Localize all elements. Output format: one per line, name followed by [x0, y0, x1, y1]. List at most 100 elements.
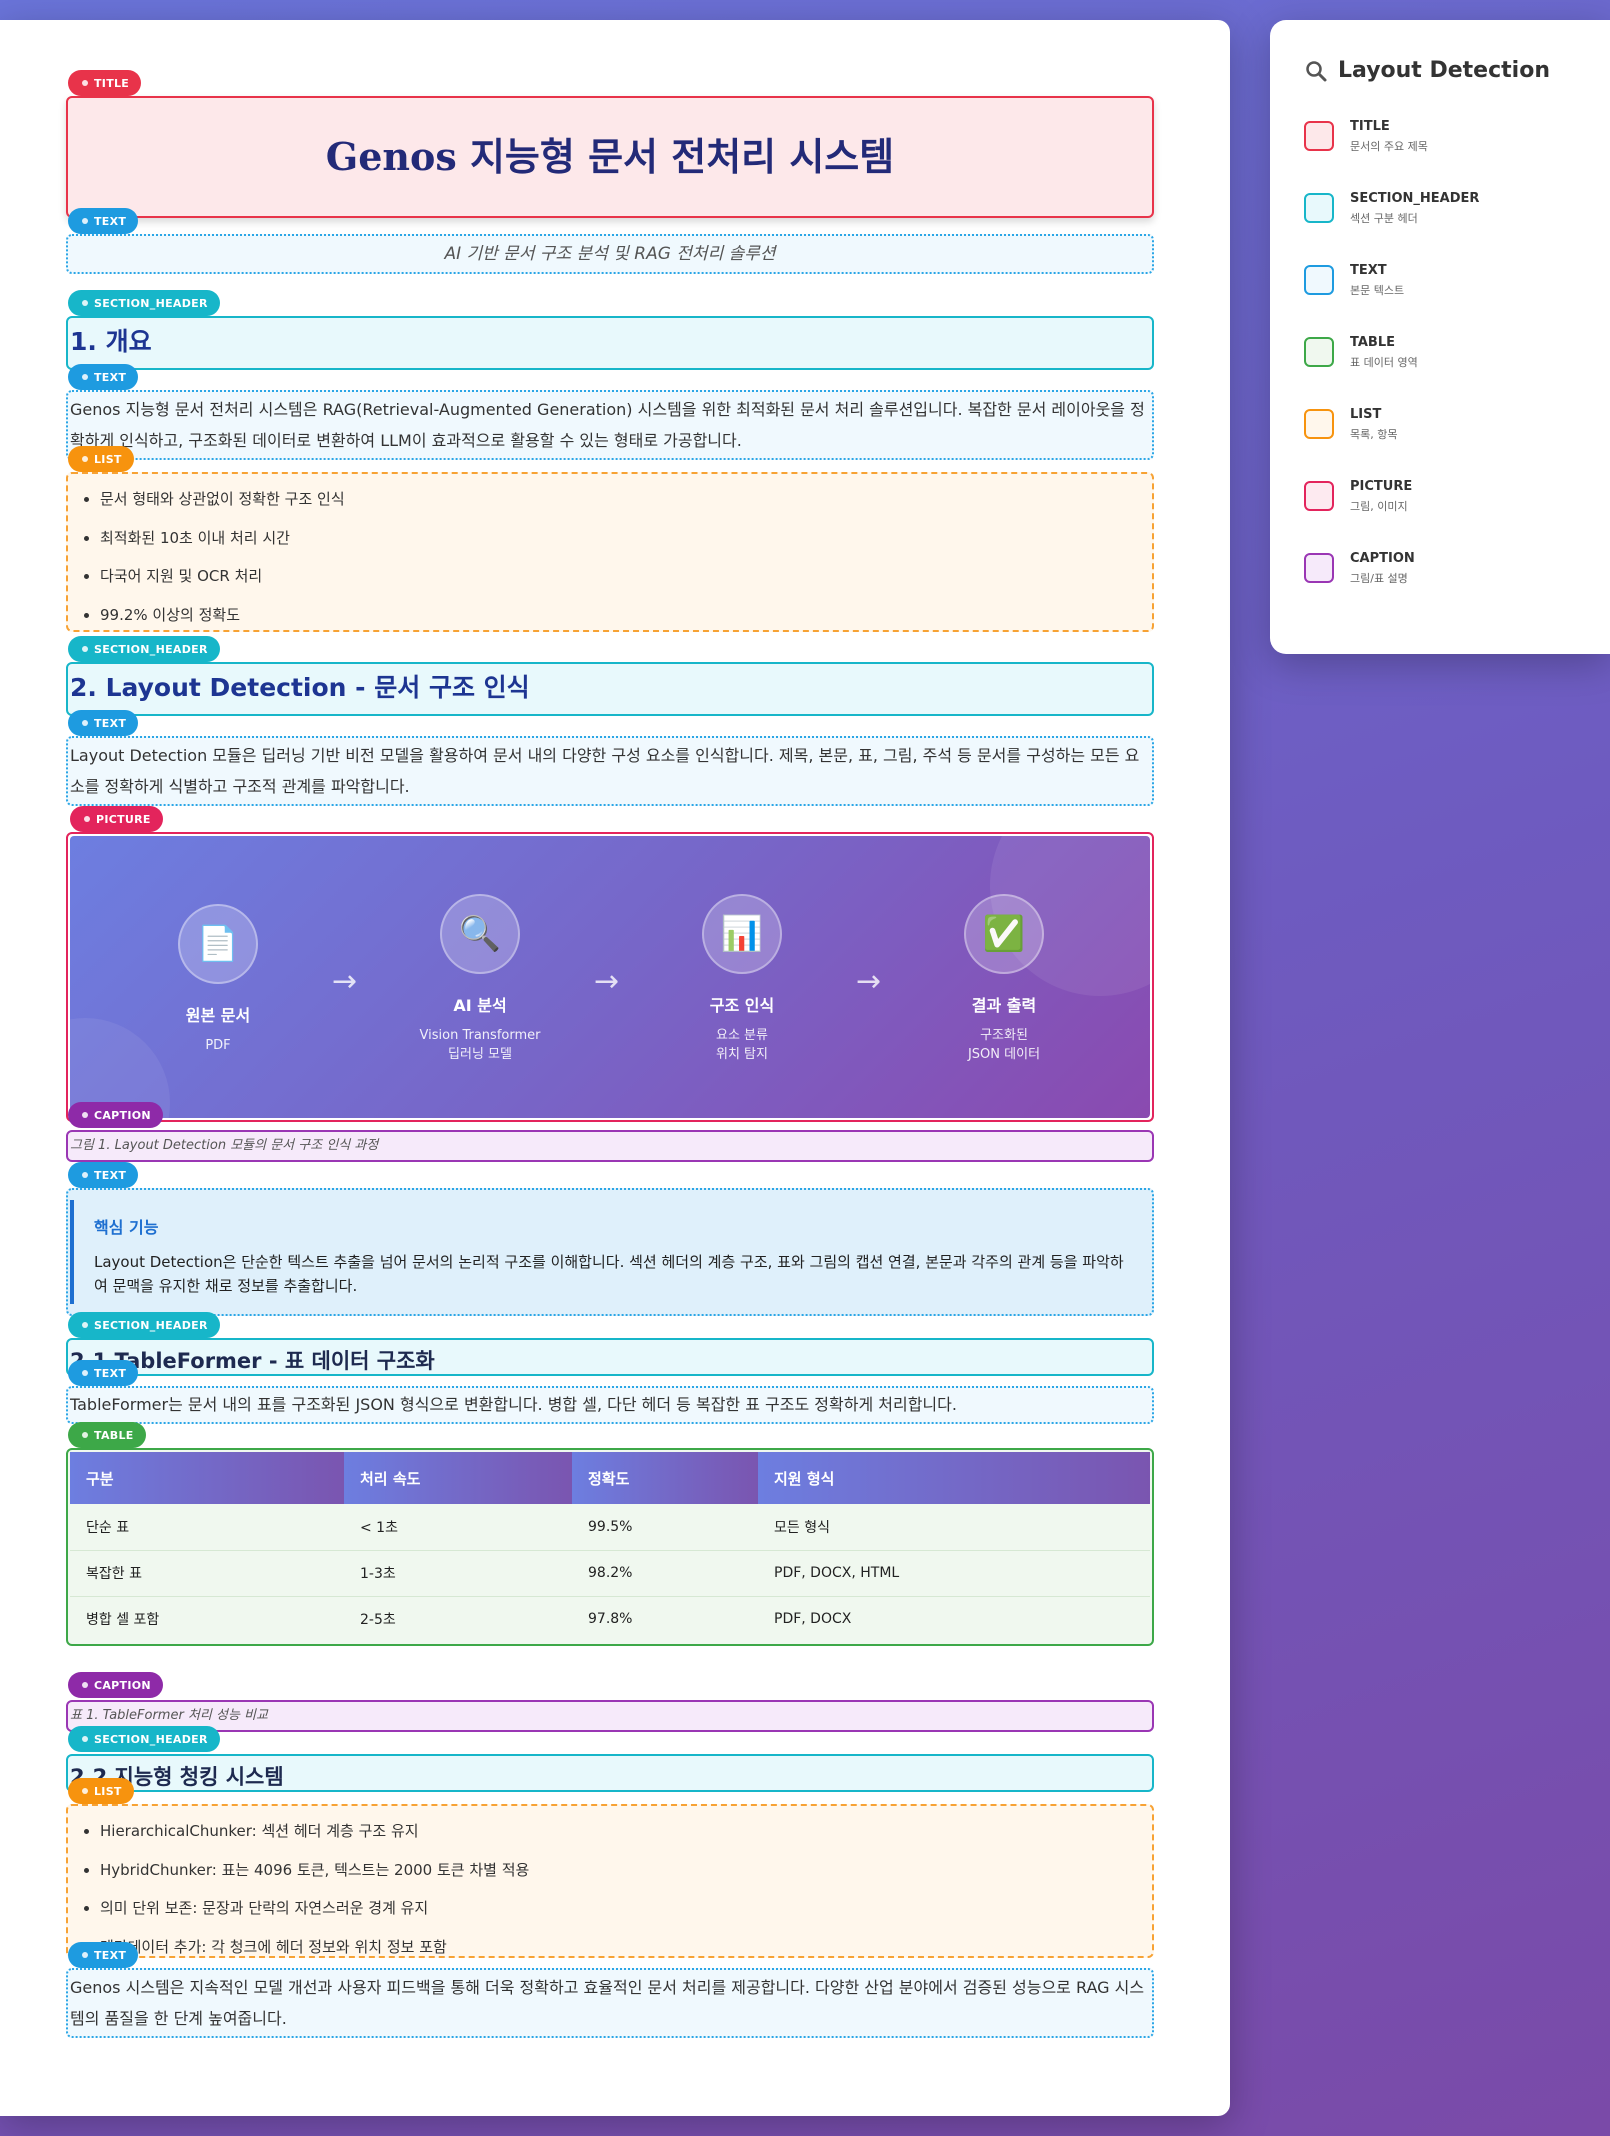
performance-table: 구분 처리 속도 정확도 지원 형식 단순 표 < 1초 99.5% 모든 형식…	[70, 1452, 1150, 1642]
section-2-1-text: TableFormer는 문서 내의 표를 구조화된 JSON 형식으로 변환합…	[70, 1395, 957, 1414]
list-item: HierarchicalChunker: 섹션 헤더 계층 구조 유지	[100, 1812, 1152, 1851]
table-cell: PDF, DOCX	[774, 1611, 852, 1628]
step-name: AI 분석	[453, 996, 507, 1015]
color-swatch	[1304, 337, 1334, 367]
table-row: 병합 셀 포함 2-5초 97.8% PDF, DOCX	[70, 1596, 1150, 1642]
legend-title: Layout Detection	[1304, 58, 1610, 83]
text-badge: TEXT	[68, 208, 139, 234]
bar-chart-icon: 📊	[702, 894, 782, 974]
list-item: 다국어 지원 및 OCR 처리	[100, 557, 1152, 596]
legend-desc: 문서의 주요 제목	[1350, 140, 1428, 153]
color-swatch	[1304, 481, 1334, 511]
list-item: 최적화된 10초 이내 처리 시간	[100, 519, 1152, 558]
table-row: 복잡한 표 1-3초 98.2% PDF, DOCX, HTML	[70, 1550, 1150, 1597]
text-box: Layout Detection 모듈은 딥러닝 기반 비전 모델을 활용하여 …	[66, 736, 1154, 806]
legend-name: CAPTION	[1350, 551, 1415, 566]
step-desc: 위치 탐지	[716, 1047, 768, 1062]
caption-badge: CAPTION	[68, 1102, 163, 1128]
caption-badge: CAPTION	[68, 1672, 163, 1698]
table-cell: 99.5%	[572, 1504, 758, 1551]
table-badge: TABLE	[68, 1422, 146, 1448]
section-header-box: 2.2 지능형 청킹 시스템	[66, 1754, 1154, 1792]
caption-box: 표 1. TableFormer 처리 성능 비교	[66, 1700, 1154, 1732]
section-header-box: 1. 개요	[66, 316, 1154, 370]
pipeline-diagram: 📄 원본 문서 PDF → 🔍 AI 분석 Vision Transformer…	[70, 836, 1150, 1118]
search-icon: 🔍	[440, 894, 520, 974]
table-cell: 모든 형식	[758, 1504, 1150, 1551]
table-header-cell: 지원 형식	[758, 1452, 1150, 1504]
picture-badge: PICTURE	[70, 806, 163, 832]
table-cell: < 1초	[344, 1504, 572, 1551]
arrow-right-icon: →	[856, 964, 882, 999]
legend-item-text: TEXT 본문 텍스트	[1304, 263, 1610, 335]
pipeline-step-output: ✅ 결과 출력 구조화된 JSON 데이터	[894, 894, 1114, 1064]
legend-name: SECTION_HEADER	[1350, 191, 1480, 206]
legend-item-list: LIST 목록, 항목	[1304, 407, 1610, 479]
table-cell: 2-5초	[360, 1612, 396, 1629]
legend-name: TABLE	[1350, 335, 1395, 350]
arrow-right-icon: →	[594, 964, 620, 999]
color-swatch	[1304, 553, 1334, 583]
table-box: 구분 처리 속도 정확도 지원 형식 단순 표 < 1초 99.5% 모든 형식…	[66, 1448, 1154, 1646]
text-badge: TEXT	[68, 1360, 139, 1386]
legend-desc: 그림/표 설명	[1350, 572, 1408, 585]
list-box: HierarchicalChunker: 섹션 헤더 계층 구조 유지 Hybr…	[66, 1804, 1154, 1958]
legend-desc: 목록, 항목	[1350, 428, 1398, 441]
legend-item-caption: CAPTION 그림/표 설명	[1304, 551, 1610, 623]
table-header-cell: 정확도	[572, 1452, 758, 1504]
legend-desc: 본문 텍스트	[1350, 284, 1405, 297]
color-swatch	[1304, 121, 1334, 151]
legend-title-text: Layout Detection	[1338, 58, 1550, 83]
step-desc: 구조화된	[980, 1028, 1028, 1043]
step-name: 원본 문서	[185, 1006, 251, 1025]
closing-text: Genos 시스템은 지속적인 모델 개선과 사용자 피드백을 통해 더욱 정확…	[70, 1978, 1145, 2028]
document-subtitle: AI 기반 문서 구조 분석 및 RAG 전처리 솔루션	[444, 244, 776, 264]
list-item: 99.2% 이상의 정확도	[100, 596, 1152, 635]
picture-box: 📄 원본 문서 PDF → 🔍 AI 분석 Vision Transformer…	[66, 832, 1154, 1122]
document-page: TITLE Genos 지능형 문서 전처리 시스템 TEXT AI 기반 문서…	[0, 20, 1230, 2116]
key-feature-box: 핵심 기능 Layout Detection은 단순한 텍스트 추출을 넘어 문…	[66, 1188, 1154, 1316]
text-badge: TEXT	[68, 1162, 139, 1188]
text-box: Genos 지능형 문서 전처리 시스템은 RAG(Retrieval-Augm…	[66, 390, 1154, 460]
section-header-box: 2. Layout Detection - 문서 구조 인식	[66, 662, 1154, 716]
step-name: 구조 인식	[709, 996, 775, 1015]
list-box: 문서 형태와 상관없이 정확한 구조 인식 최적화된 10초 이내 처리 시간 …	[66, 472, 1154, 632]
section-1-text: Genos 지능형 문서 전처리 시스템은 RAG(Retrieval-Augm…	[70, 400, 1145, 450]
section-header-badge: SECTION_HEADER	[68, 1312, 220, 1338]
table-caption: 표 1. TableFormer 처리 성능 비교	[70, 1708, 268, 1723]
legend-desc: 섹션 구분 헤더	[1350, 212, 1418, 225]
list-item: 문서 형태와 상관없이 정확한 구조 인식	[100, 480, 1152, 519]
step-desc: PDF	[205, 1038, 231, 1053]
legend-name: TITLE	[1350, 119, 1390, 134]
search-icon	[1306, 60, 1327, 81]
text-badge: TEXT	[68, 364, 139, 390]
subtitle-box: AI 기반 문서 구조 분석 및 RAG 전처리 솔루션	[66, 234, 1154, 274]
step-desc: 요소 분류	[716, 1028, 768, 1043]
key-feature-body: Layout Detection은 단순한 텍스트 추출을 넘어 문서의 논리적…	[94, 1253, 1124, 1295]
caption-box: 그림 1. Layout Detection 모듈의 문서 구조 인식 과정	[66, 1130, 1154, 1162]
legend-panel: Layout Detection TITLE 문서의 주요 제목 SECTION…	[1270, 20, 1610, 654]
text-box: Genos 시스템은 지속적인 모델 개선과 사용자 피드백을 통해 더욱 정확…	[66, 1968, 1154, 2038]
section-header-badge: SECTION_HEADER	[68, 1726, 220, 1752]
list-item: 의미 단위 보존: 문장과 단락의 자연스러운 경계 유지	[100, 1889, 1152, 1928]
arrow-right-icon: →	[332, 964, 358, 999]
figure-caption: 그림 1. Layout Detection 모듈의 문서 구조 인식 과정	[70, 1138, 379, 1153]
table-header-cell: 구분	[70, 1452, 344, 1504]
list-item: HybridChunker: 표는 4096 토큰, 텍스트는 2000 토큰 …	[100, 1851, 1152, 1890]
legend-name: LIST	[1350, 407, 1382, 422]
color-swatch	[1304, 409, 1334, 439]
legend-item-section-header: SECTION_HEADER 섹션 구분 헤더	[1304, 191, 1610, 263]
table-cell: 97.8%	[588, 1611, 633, 1628]
table-cell: 복잡한 표	[70, 1550, 344, 1597]
table-header-cell: 처리 속도	[344, 1452, 572, 1504]
legend-item-title: TITLE 문서의 주요 제목	[1304, 119, 1610, 191]
text-box: TableFormer는 문서 내의 표를 구조화된 JSON 형식으로 변환합…	[66, 1386, 1154, 1424]
step-desc: JSON 데이터	[967, 1047, 1041, 1062]
section-header-badge: SECTION_HEADER	[68, 290, 220, 316]
table-header-row: 구분 처리 속도 정확도 지원 형식	[70, 1452, 1150, 1504]
title-badge: TITLE	[68, 70, 142, 96]
legend-name: TEXT	[1350, 263, 1387, 278]
table-cell: 98.2%	[572, 1550, 758, 1597]
section-2-header: 2. Layout Detection - 문서 구조 인식	[70, 673, 530, 702]
pipeline-step-structure: 📊 구조 인식 요소 분류 위치 탐지	[632, 894, 852, 1064]
